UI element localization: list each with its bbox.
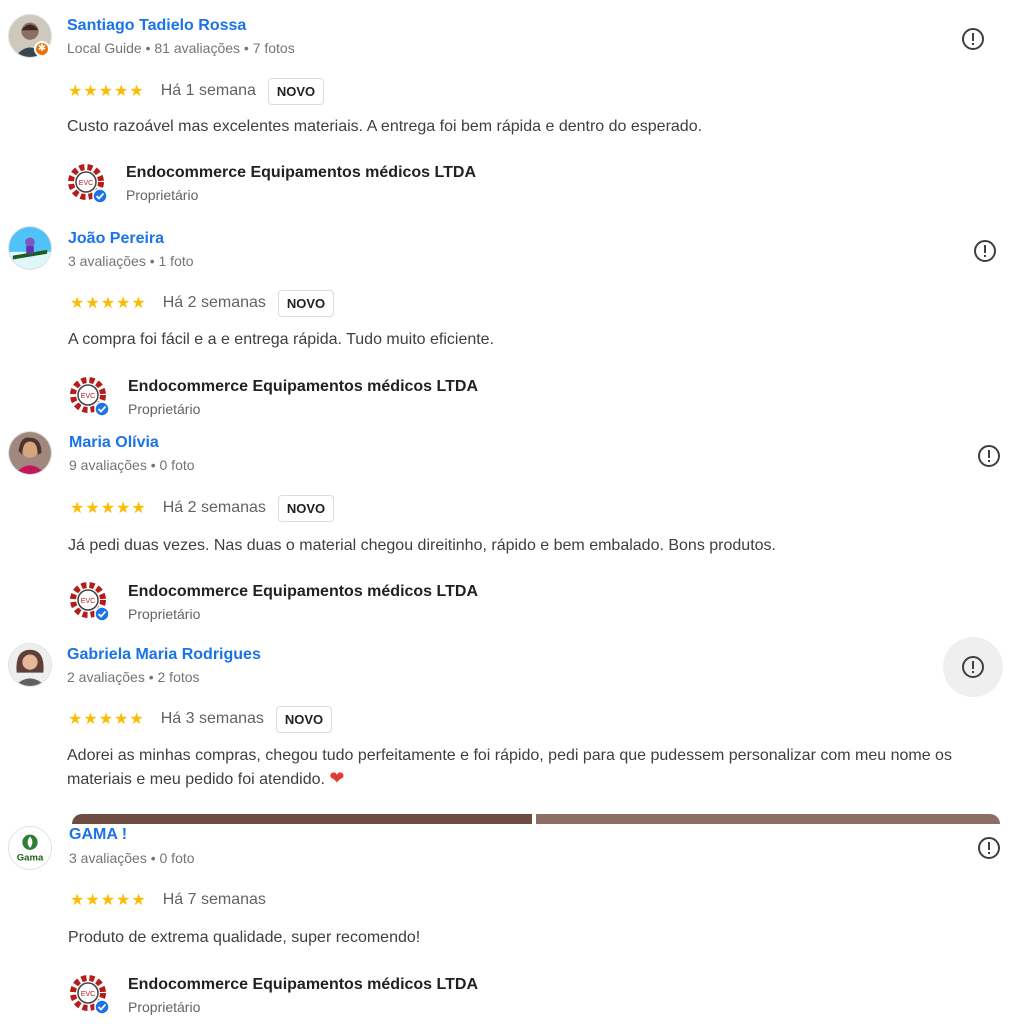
- star-rating: ★★★★★: [70, 892, 147, 909]
- avatar[interactable]: [8, 431, 52, 475]
- reviewer-name[interactable]: GAMA !: [69, 826, 127, 844]
- owner-name: Endocommerce Equipamentos médicos LTDA: [128, 976, 478, 993]
- avatar[interactable]: Gama: [8, 826, 52, 870]
- owner-name: Endocommerce Equipamentos médicos LTDA: [126, 164, 476, 181]
- owner-name: Endocommerce Equipamentos médicos LTDA: [128, 378, 478, 395]
- review-text-body: Adorei as minhas compras, chegou tudo pe…: [67, 747, 952, 788]
- review-date: Há 1 semana: [160, 82, 256, 99]
- owner-logo-icon: EVC: [70, 975, 110, 1015]
- reviewer-name[interactable]: João Pereira: [68, 230, 164, 248]
- review-text: A compra foi fácil e a e entrega rápida.…: [68, 331, 495, 348]
- owner-logo-icon: EVC: [70, 582, 110, 622]
- reviewer-meta: 3 avaliações • 1 foto: [68, 253, 194, 269]
- star-rating: ★★★★★: [68, 83, 145, 100]
- owner-role: Proprietário: [128, 999, 201, 1015]
- owner-role: Proprietário: [126, 187, 199, 203]
- reviewer-name[interactable]: Santiago Tadielo Rossa: [67, 17, 246, 35]
- owner-logo-icon: EVC: [68, 164, 108, 204]
- new-badge: NOVO: [275, 705, 333, 733]
- report-icon[interactable]: [976, 835, 1002, 861]
- review-text: Adorei as minhas compras, chegou tudo pe…: [67, 744, 997, 791]
- logo-text: EVC: [79, 180, 93, 187]
- review-text: Já pedi duas vezes. Nas duas o material …: [68, 537, 776, 554]
- avatar[interactable]: [8, 226, 52, 270]
- avatar[interactable]: [8, 643, 52, 687]
- review-photo[interactable]: [72, 814, 532, 824]
- reviewer-meta: 3 avaliações • 0 foto: [69, 850, 195, 866]
- review-date: Há 3 semanas: [160, 710, 264, 727]
- report-icon[interactable]: [960, 654, 986, 680]
- review-text: Produto de extrema qualidade, super reco…: [68, 929, 421, 946]
- logo-text: EVC: [81, 991, 95, 998]
- avatar-text: Gama: [17, 852, 44, 863]
- owner-role: Proprietário: [128, 606, 201, 622]
- review-text: Custo razoável mas excelentes materiais.…: [67, 118, 703, 135]
- owner-logo-icon: EVC: [70, 377, 110, 417]
- new-badge: NOVO: [277, 494, 335, 522]
- new-badge: NOVO: [267, 77, 325, 105]
- reviewer-name[interactable]: Gabriela Maria Rodrigues: [67, 646, 261, 664]
- owner-role: Proprietário: [128, 401, 201, 417]
- review-date: Há 2 semanas: [162, 499, 266, 516]
- reviewer-photo: [9, 432, 51, 474]
- report-icon[interactable]: [960, 26, 986, 52]
- reviewer-name[interactable]: Maria Olívia: [69, 434, 159, 452]
- logo-text: EVC: [81, 598, 95, 605]
- review-photo[interactable]: [536, 814, 1000, 824]
- reviewer-meta: 2 avaliações • 2 fotos: [67, 669, 200, 685]
- reviewer-photo: [9, 227, 51, 269]
- review-date: Há 7 semanas: [162, 891, 266, 908]
- reviewer-meta: 9 avaliações • 0 foto: [69, 457, 195, 473]
- star-rating: ★★★★★: [68, 711, 145, 728]
- gama-logo-icon: Gama: [9, 827, 51, 869]
- new-badge: NOVO: [277, 289, 335, 317]
- reviewer-photo: [9, 644, 51, 686]
- review-date: Há 2 semanas: [162, 294, 266, 311]
- heart-icon: ❤: [329, 768, 345, 788]
- owner-name: Endocommerce Equipamentos médicos LTDA: [128, 583, 478, 600]
- star-rating: ★★★★★: [70, 295, 147, 312]
- logo-text: EVC: [81, 393, 95, 400]
- local-guide-badge-icon: ✱: [34, 41, 50, 57]
- review-photos[interactable]: [72, 814, 1000, 824]
- star-rating: ★★★★★: [70, 500, 147, 517]
- reviewer-meta: Local Guide • 81 avaliações • 7 fotos: [67, 40, 295, 56]
- report-icon[interactable]: [976, 443, 1002, 469]
- report-icon[interactable]: [972, 238, 998, 264]
